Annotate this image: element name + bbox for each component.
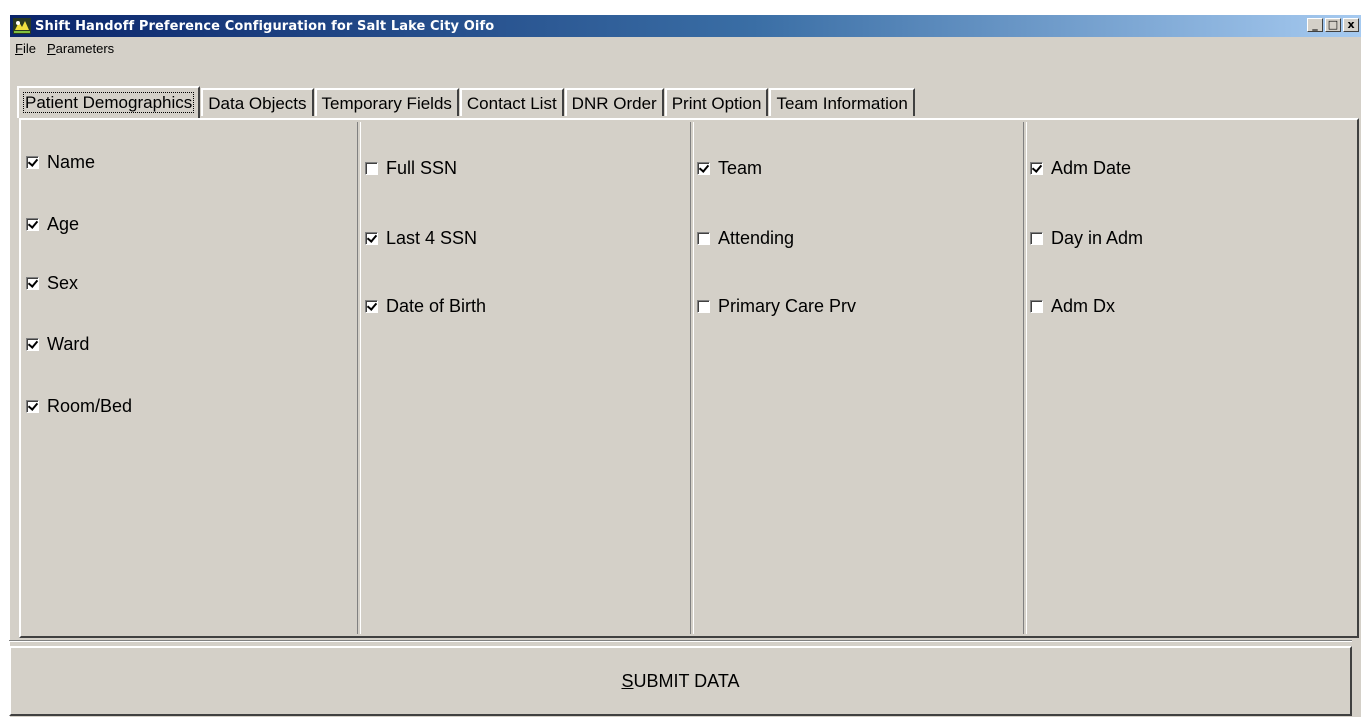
checkbox-label: Adm Dx xyxy=(1051,296,1116,316)
tab-data-objects[interactable]: Data Objects xyxy=(201,88,314,116)
tab-contact-list[interactable]: Contact List xyxy=(459,88,564,116)
menu-parameters[interactable]: Parameters xyxy=(47,41,114,56)
checkbox-label: Date of Birth xyxy=(386,296,487,316)
tab-panel: Name Age Sex Ward Room/Bed Full SSN Last… xyxy=(19,118,1359,638)
menu-bar: File Parameters xyxy=(10,38,1361,58)
tab-team-information[interactable]: Team Information xyxy=(769,88,915,116)
checkbox-room-bed[interactable]: Room/Bed xyxy=(26,396,132,417)
checkbox-label: Ward xyxy=(47,334,90,354)
maximize-button[interactable]: □ xyxy=(1325,18,1341,32)
checkbox-sex[interactable]: Sex xyxy=(26,273,78,294)
checkbox-label: Team xyxy=(718,158,763,178)
column-divider xyxy=(690,122,694,634)
checkbox-day-in-adm[interactable]: Day in Adm xyxy=(1030,228,1143,249)
checkbox-label: Attending xyxy=(718,228,795,248)
close-button[interactable]: x xyxy=(1343,18,1359,32)
app-icon xyxy=(13,18,31,34)
tab-dnr-order[interactable]: DNR Order xyxy=(564,88,664,116)
checkbox-adm-dx[interactable]: Adm Dx xyxy=(1030,296,1115,317)
checkbox-box[interactable] xyxy=(365,162,378,175)
tab-temporary-fields[interactable]: Temporary Fields xyxy=(314,88,459,116)
tab-strip: Patient Demographics Data Objects Tempor… xyxy=(17,86,916,118)
checkbox-box[interactable] xyxy=(697,162,710,175)
submit-data-button[interactable]: S UBMIT DATA xyxy=(9,646,1352,716)
checkbox-team[interactable]: Team xyxy=(697,158,762,179)
checkbox-name[interactable]: Name xyxy=(26,152,95,173)
checkbox-box[interactable] xyxy=(26,277,39,290)
checkbox-date-of-birth[interactable]: Date of Birth xyxy=(365,296,486,317)
checkbox-label: Room/Bed xyxy=(47,396,133,416)
window-title: Shift Handoff Preference Configuration f… xyxy=(35,18,495,34)
checkbox-adm-date[interactable]: Adm Date xyxy=(1030,158,1131,179)
checkbox-label: Primary Care Prv xyxy=(718,296,857,316)
checkbox-box[interactable] xyxy=(26,400,39,413)
tab-patient-demographics[interactable]: Patient Demographics xyxy=(17,86,201,118)
checkbox-label: Age xyxy=(47,214,80,234)
column-divider xyxy=(1023,122,1027,634)
checkbox-ward[interactable]: Ward xyxy=(26,334,89,355)
checkbox-box[interactable] xyxy=(697,300,710,313)
checkbox-attending[interactable]: Attending xyxy=(697,228,794,249)
checkbox-age[interactable]: Age xyxy=(26,214,79,235)
checkbox-last-4-ssn[interactable]: Last 4 SSN xyxy=(365,228,477,249)
checkbox-label: Sex xyxy=(47,273,79,293)
checkbox-box[interactable] xyxy=(26,156,39,169)
divider xyxy=(9,640,1352,642)
checkbox-full-ssn[interactable]: Full SSN xyxy=(365,158,457,179)
tab-print-option[interactable]: Print Option xyxy=(664,88,769,116)
checkbox-box[interactable] xyxy=(1030,300,1043,313)
checkbox-label: Full SSN xyxy=(386,158,458,178)
checkbox-label: Adm Date xyxy=(1051,158,1132,178)
column-3: Team Attending Primary Care Prv xyxy=(690,122,1023,634)
column-divider xyxy=(357,122,361,634)
checkbox-label: Day in Adm xyxy=(1051,228,1144,248)
checkbox-box[interactable] xyxy=(26,338,39,351)
column-2: Full SSN Last 4 SSN Date of Birth xyxy=(357,122,690,634)
checkbox-label: Last 4 SSN xyxy=(386,228,478,248)
checkbox-box[interactable] xyxy=(365,232,378,245)
checkbox-label: Name xyxy=(47,152,96,172)
minimize-button[interactable]: _ xyxy=(1307,18,1323,32)
checkbox-box[interactable] xyxy=(26,218,39,231)
checkbox-box[interactable] xyxy=(1030,162,1043,175)
checkbox-box[interactable] xyxy=(697,232,710,245)
column-1: Name Age Sex Ward Room/Bed xyxy=(21,122,357,634)
title-bar[interactable]: Shift Handoff Preference Configuration f… xyxy=(10,15,1361,37)
checkbox-box[interactable] xyxy=(1030,232,1043,245)
checkbox-primary-care-prv[interactable]: Primary Care Prv xyxy=(697,296,856,317)
column-4: Adm Date Day in Adm Adm Dx xyxy=(1023,122,1357,634)
checkbox-box[interactable] xyxy=(365,300,378,313)
menu-file[interactable]: File xyxy=(15,41,36,56)
